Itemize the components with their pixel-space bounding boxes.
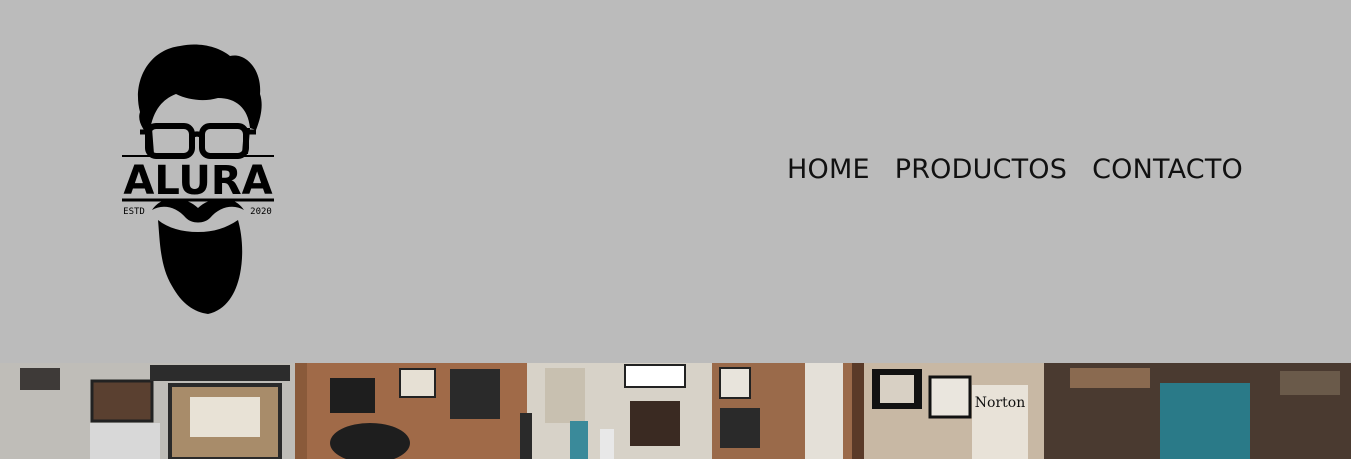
bearded-man-logo-icon: ALURA ESTD 2020 (122, 44, 274, 314)
alura-logo[interactable]: ALURA ESTD 2020 (118, 42, 278, 314)
barbershop-banner-image: Norton (0, 363, 1351, 459)
nav-home-link[interactable]: HOME (787, 154, 870, 185)
logo-estd: ESTD (123, 207, 145, 217)
barbershop-photo: Norton (0, 363, 1351, 459)
main-nav: HOME PRODUCTOS CONTACTO (787, 154, 1243, 185)
logo-name: ALURA (123, 158, 272, 204)
nav-productos-link[interactable]: PRODUCTOS (895, 154, 1067, 185)
site-header: ALURA ESTD 2020 HOME PRODUCTOS CONTACTO (0, 0, 1351, 363)
logo-year: 2020 (250, 207, 272, 217)
norton-sign-text: Norton (975, 395, 1025, 411)
nav-contacto-link[interactable]: CONTACTO (1092, 154, 1243, 185)
